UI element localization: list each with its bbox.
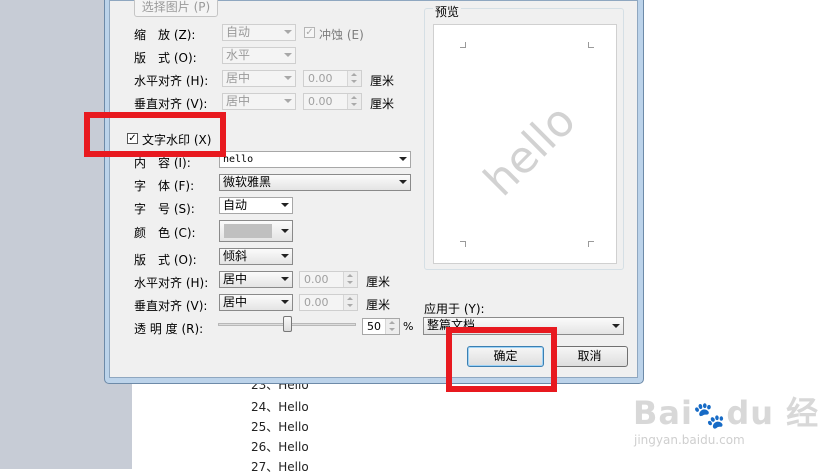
color-picker[interactable] [219, 220, 293, 242]
spinner-arrows-icon[interactable] [343, 272, 357, 287]
text-v-align-select[interactable]: 居中 [219, 294, 293, 311]
text-h-align-label: 水平对齐 (H): [134, 276, 209, 290]
text-v-offset-spinner[interactable]: 0.00 [299, 294, 358, 311]
picture-h-align-label: 水平对齐 (H): [134, 74, 209, 88]
size-select[interactable]: 自动 [219, 197, 293, 214]
picture-h-offset-spinner[interactable]: 0.00 [303, 70, 362, 87]
spinner-arrows-icon[interactable] [343, 295, 357, 310]
text-layout-label: 版 式 (O): [134, 253, 197, 267]
chevron-down-icon [281, 229, 289, 233]
document-line: 24、Hello [251, 400, 309, 414]
chevron-down-icon[interactable] [399, 157, 407, 161]
spinner-arrows-icon[interactable] [347, 94, 361, 109]
apply-to-label: 应用于 (Y): [424, 302, 485, 316]
text-h-offset-spinner[interactable]: 0.00 [299, 271, 358, 288]
content-input[interactable]: hello [219, 151, 411, 168]
margin-corner-mark [588, 42, 594, 48]
text-h-align-select[interactable]: 居中 [219, 271, 293, 288]
font-select[interactable]: 微软雅黑 [219, 174, 411, 191]
margin-corner-mark [460, 42, 466, 48]
text-h-unit: 厘米 [366, 275, 391, 289]
chevron-down-icon [281, 300, 289, 304]
margin-corner-mark [588, 241, 594, 247]
document-line: 26、Hello [251, 440, 309, 454]
picture-v-align-label: 垂直对齐 (V): [134, 97, 208, 111]
size-label: 字 号 (S): [134, 202, 195, 216]
preview-label: 预览 [433, 3, 462, 20]
picture-h-align-select[interactable]: 居中 [222, 70, 296, 87]
chevron-down-icon [612, 324, 620, 328]
washout-checkbox[interactable]: ✓ [304, 27, 315, 38]
text-layout-select[interactable]: 倾斜 [219, 248, 293, 265]
chevron-down-icon [399, 180, 407, 184]
baidu-jingyan-url: jingyan.baidu.com [634, 433, 745, 447]
scale-select[interactable]: 自动 [222, 24, 296, 41]
transparency-unit: % [403, 320, 414, 333]
highlight-box-text-watermark [84, 112, 226, 157]
picture-layout-select[interactable]: 水平 [222, 47, 296, 64]
chevron-down-icon [281, 277, 289, 281]
font-label: 字 体 (F): [134, 179, 195, 193]
spinner-arrows-icon[interactable] [347, 71, 361, 86]
color-swatch [224, 224, 272, 238]
chevron-down-icon [284, 99, 292, 103]
text-v-unit: 厘米 [366, 298, 391, 312]
picture-v-align-select[interactable]: 居中 [222, 93, 296, 110]
chevron-down-icon [284, 76, 292, 80]
washout-label: 冲蚀 (E) [319, 28, 364, 42]
margin-corner-mark [460, 241, 466, 247]
baidu-jingyan-logo: Bai🐾du 经验 [633, 394, 819, 432]
transparency-slider-thumb[interactable] [282, 316, 292, 332]
picture-v-unit: 厘米 [370, 97, 395, 111]
chevron-down-icon[interactable] [281, 203, 289, 207]
highlight-box-ok-button [446, 327, 557, 392]
chevron-down-icon [281, 254, 289, 258]
transparency-label: 透 明 度 (R): [134, 322, 204, 336]
transparency-spinner[interactable]: 50 [362, 318, 400, 335]
select-picture-button[interactable]: 选择图片 (P) [134, 0, 218, 17]
text-v-align-label: 垂直对齐 (V): [134, 299, 208, 313]
chevron-down-icon [284, 30, 292, 34]
color-label: 颜 色 (C): [134, 226, 196, 240]
picture-v-offset-spinner[interactable]: 0.00 [303, 93, 362, 110]
chevron-down-icon [284, 53, 292, 57]
picture-layout-label: 版 式 (O): [134, 51, 197, 65]
spinner-arrows-icon[interactable] [385, 319, 399, 334]
cancel-button[interactable]: 取消 [551, 346, 628, 367]
scale-label: 缩 放 (Z): [134, 28, 196, 42]
document-line: 25、Hello [251, 420, 309, 434]
picture-h-unit: 厘米 [370, 74, 395, 88]
document-line: 27、Hello [251, 460, 309, 474]
